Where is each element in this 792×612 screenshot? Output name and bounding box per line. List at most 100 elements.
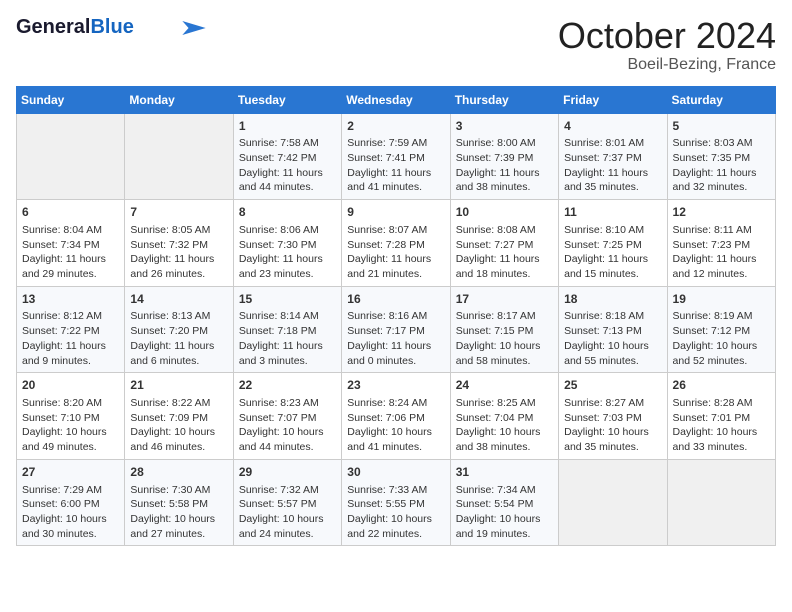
day-info: Sunrise: 8:13 AM Sunset: 7:20 PM Dayligh… [130,309,227,368]
day-number: 30 [347,464,444,481]
day-info: Sunrise: 8:19 AM Sunset: 7:12 PM Dayligh… [673,309,770,368]
calendar-cell: 21 Sunrise: 8:22 AM Sunset: 7:09 PM Dayli… [125,373,233,460]
calendar-cell [559,459,667,546]
day-number: 26 [673,377,770,394]
day-info: Sunrise: 8:22 AM Sunset: 7:09 PM Dayligh… [130,396,227,455]
day-number: 5 [673,118,770,135]
calendar-week-4: 20 Sunrise: 8:20 AM Sunset: 7:10 PM Dayli… [17,373,776,460]
day-number: 14 [130,291,227,308]
day-info: Sunrise: 8:27 AM Sunset: 7:03 PM Dayligh… [564,396,661,455]
calendar-header: SundayMondayTuesdayWednesdayThursdayFrid… [17,86,776,113]
day-info: Sunrise: 8:07 AM Sunset: 7:28 PM Dayligh… [347,223,444,282]
calendar-cell: 10Sunrise: 8:08 AM Sunset: 7:27 PM Dayli… [450,200,558,287]
calendar-cell: 29Sunrise: 7:32 AM Sunset: 5:57 PM Dayli… [233,459,341,546]
logo-arrow-icon [182,21,206,35]
day-number: 7 [130,204,227,221]
day-info: Sunrise: 7:59 AM Sunset: 7:41 PM Dayligh… [347,136,444,195]
day-number: 22 [239,377,336,394]
day-info: Sunrise: 8:06 AM Sunset: 7:30 PM Dayligh… [239,223,336,282]
day-number: 8 [239,204,336,221]
day-number: 23 [347,377,444,394]
day-info: Sunrise: 8:24 AM Sunset: 7:06 PM Dayligh… [347,396,444,455]
day-number: 6 [22,204,119,221]
day-number: 9 [347,204,444,221]
day-info: Sunrise: 8:04 AM Sunset: 7:34 PM Dayligh… [22,223,119,282]
calendar-week-2: 6 Sunrise: 8:04 AM Sunset: 7:34 PM Daylig… [17,200,776,287]
col-header-monday: Monday [125,86,233,113]
day-info: Sunrise: 8:00 AM Sunset: 7:39 PM Dayligh… [456,136,553,195]
calendar-cell: 4Sunrise: 8:01 AM Sunset: 7:37 PM Daylig… [559,113,667,200]
title-block: October 2024 Boeil-Bezing, France [558,16,776,74]
calendar-cell: 11Sunrise: 8:10 AM Sunset: 7:25 PM Dayli… [559,200,667,287]
calendar-cell: 13Sunrise: 8:12 AM Sunset: 7:22 PM Dayli… [17,286,125,373]
day-info: Sunrise: 8:12 AM Sunset: 7:22 PM Dayligh… [22,309,119,368]
calendar-cell: 16Sunrise: 8:16 AM Sunset: 7:17 PM Dayli… [342,286,450,373]
day-info: Sunrise: 7:33 AM Sunset: 5:55 PM Dayligh… [347,483,444,542]
calendar-cell: 31Sunrise: 7:34 AM Sunset: 5:54 PM Dayli… [450,459,558,546]
calendar-cell: 9 Sunrise: 8:07 AM Sunset: 7:28 PM Daylig… [342,200,450,287]
month-title: October 2024 [558,16,776,56]
calendar-cell: 2Sunrise: 7:59 AM Sunset: 7:41 PM Daylig… [342,113,450,200]
calendar-cell [125,113,233,200]
day-number: 21 [130,377,227,394]
calendar-week-5: 27Sunrise: 7:29 AM Sunset: 6:00 PM Dayli… [17,459,776,546]
day-info: Sunrise: 7:29 AM Sunset: 6:00 PM Dayligh… [22,483,119,542]
calendar-cell: 19Sunrise: 8:19 AM Sunset: 7:12 PM Dayli… [667,286,775,373]
logo-text: GeneralBlue [16,16,134,39]
day-info: Sunrise: 8:23 AM Sunset: 7:07 PM Dayligh… [239,396,336,455]
day-number: 3 [456,118,553,135]
calendar-table: SundayMondayTuesdayWednesdayThursdayFrid… [16,86,776,547]
calendar-cell: 1Sunrise: 7:58 AM Sunset: 7:42 PM Daylig… [233,113,341,200]
day-number: 24 [456,377,553,394]
col-header-sunday: Sunday [17,86,125,113]
logo: GeneralBlue [16,16,206,39]
calendar-cell: 24 Sunrise: 8:25 AM Sunset: 7:04 PM Dayli… [450,373,558,460]
day-number: 2 [347,118,444,135]
calendar-cell: 5Sunrise: 8:03 AM Sunset: 7:35 PM Daylig… [667,113,775,200]
day-info: Sunrise: 8:18 AM Sunset: 7:13 PM Dayligh… [564,309,661,368]
calendar-cell: 12Sunrise: 8:11 AM Sunset: 7:23 PM Dayli… [667,200,775,287]
col-header-thursday: Thursday [450,86,558,113]
day-number: 28 [130,464,227,481]
day-number: 25 [564,377,661,394]
calendar-cell: 15Sunrise: 8:14 AM Sunset: 7:18 PM Dayli… [233,286,341,373]
day-info: Sunrise: 8:25 AM Sunset: 7:04 PM Dayligh… [456,396,553,455]
day-info: Sunrise: 8:17 AM Sunset: 7:15 PM Dayligh… [456,309,553,368]
calendar-cell: 27Sunrise: 7:29 AM Sunset: 6:00 PM Dayli… [17,459,125,546]
day-info: Sunrise: 8:20 AM Sunset: 7:10 PM Dayligh… [22,396,119,455]
calendar-cell [667,459,775,546]
calendar-cell: 17Sunrise: 8:17 AM Sunset: 7:15 PM Dayli… [450,286,558,373]
location: Boeil-Bezing, France [558,56,776,74]
col-header-saturday: Saturday [667,86,775,113]
day-number: 31 [456,464,553,481]
day-info: Sunrise: 8:14 AM Sunset: 7:18 PM Dayligh… [239,309,336,368]
col-header-wednesday: Wednesday [342,86,450,113]
day-number: 16 [347,291,444,308]
day-number: 11 [564,204,661,221]
calendar-cell [17,113,125,200]
day-info: Sunrise: 8:28 AM Sunset: 7:01 PM Dayligh… [673,396,770,455]
day-number: 13 [22,291,119,308]
day-number: 29 [239,464,336,481]
day-number: 19 [673,291,770,308]
day-number: 15 [239,291,336,308]
day-info: Sunrise: 8:05 AM Sunset: 7:32 PM Dayligh… [130,223,227,282]
calendar-cell: 26 Sunrise: 8:28 AM Sunset: 7:01 PM Dayli… [667,373,775,460]
day-info: Sunrise: 8:08 AM Sunset: 7:27 PM Dayligh… [456,223,553,282]
day-number: 20 [22,377,119,394]
day-info: Sunrise: 8:03 AM Sunset: 7:35 PM Dayligh… [673,136,770,195]
calendar-week-1: 1Sunrise: 7:58 AM Sunset: 7:42 PM Daylig… [17,113,776,200]
calendar-cell: 22 Sunrise: 8:23 AM Sunset: 7:07 PM Dayli… [233,373,341,460]
calendar-cell: 3Sunrise: 8:00 AM Sunset: 7:39 PM Daylig… [450,113,558,200]
calendar-cell: 14Sunrise: 8:13 AM Sunset: 7:20 PM Dayli… [125,286,233,373]
day-number: 4 [564,118,661,135]
day-number: 17 [456,291,553,308]
calendar-cell: 20 Sunrise: 8:20 AM Sunset: 7:10 PM Dayli… [17,373,125,460]
day-number: 1 [239,118,336,135]
calendar-cell: 18Sunrise: 8:18 AM Sunset: 7:13 PM Dayli… [559,286,667,373]
page-header: GeneralBlue October 2024 Boeil-Bezing, F… [16,16,776,74]
calendar-cell: 30 Sunrise: 7:33 AM Sunset: 5:55 PM Dayli… [342,459,450,546]
col-header-friday: Friday [559,86,667,113]
day-info: Sunrise: 7:30 AM Sunset: 5:58 PM Dayligh… [130,483,227,542]
calendar-cell: 23 Sunrise: 8:24 AM Sunset: 7:06 PM Dayli… [342,373,450,460]
